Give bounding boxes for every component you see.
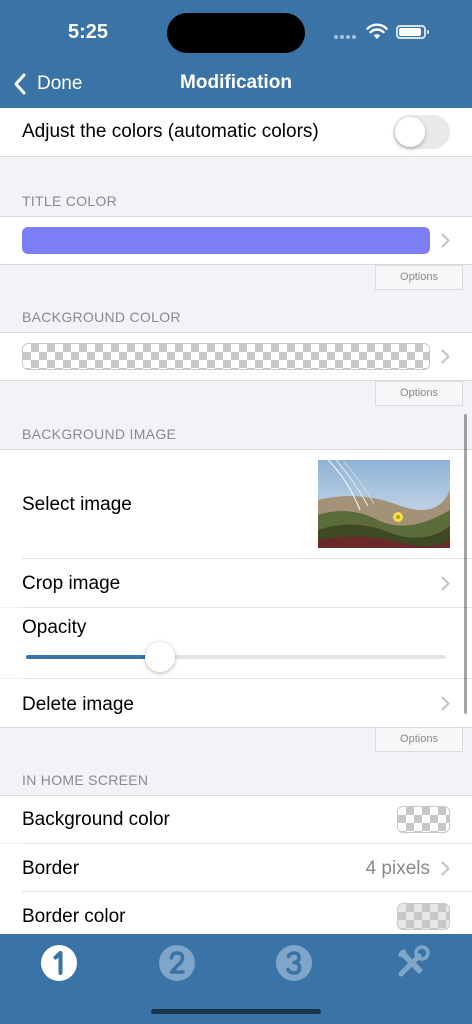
background-image-thumbnail[interactable] bbox=[318, 460, 450, 548]
status-icons bbox=[334, 22, 434, 42]
home-background-color-swatch bbox=[397, 806, 450, 833]
delete-image-label: Delete image bbox=[22, 694, 134, 715]
chevron-right-icon bbox=[441, 349, 450, 364]
tab-2[interactable] bbox=[157, 943, 197, 983]
opacity-slider[interactable] bbox=[26, 655, 446, 659]
scroll-indicator[interactable] bbox=[464, 414, 467, 714]
auto-colors-row: Adjust the colors (automatic colors) bbox=[0, 108, 472, 156]
select-image-label: Select image bbox=[22, 494, 132, 515]
tab-4[interactable] bbox=[392, 943, 432, 983]
background-color-swatch bbox=[22, 343, 430, 370]
title-color-header: TITLE COLOR bbox=[22, 193, 118, 209]
tab-1[interactable] bbox=[39, 943, 79, 983]
home-indicator bbox=[151, 1009, 321, 1014]
chevron-right-icon bbox=[441, 576, 450, 591]
number-2-icon bbox=[159, 945, 195, 981]
home-background-color-label: Background color bbox=[22, 809, 170, 830]
opacity-slider-knob[interactable] bbox=[145, 642, 176, 672]
tab-3[interactable] bbox=[274, 943, 314, 983]
border-color-swatch bbox=[397, 903, 450, 930]
battery-icon bbox=[396, 25, 429, 39]
navigation-header: 5:25 Done Modification bbox=[0, 0, 472, 108]
number-3-icon bbox=[276, 945, 312, 981]
title-color-options-button[interactable]: Options bbox=[375, 265, 463, 290]
page-title: Modification bbox=[180, 72, 292, 93]
dynamic-island bbox=[167, 13, 305, 53]
home-background-color-row[interactable]: Background color bbox=[0, 796, 472, 843]
background-color-header: BACKGROUND COLOR bbox=[22, 309, 181, 325]
border-value: 4 pixels bbox=[365, 858, 430, 879]
border-label: Border bbox=[22, 858, 80, 879]
auto-colors-label: Adjust the colors (automatic colors) bbox=[22, 121, 319, 142]
select-image-row[interactable]: Select image bbox=[0, 450, 472, 559]
opacity-row: Opacity bbox=[0, 608, 472, 678]
border-color-row[interactable]: Border color bbox=[0, 892, 472, 934]
opacity-label: Opacity bbox=[22, 617, 87, 638]
crop-image-row[interactable]: Crop image bbox=[0, 559, 472, 607]
delete-image-row[interactable]: Delete image bbox=[0, 679, 472, 727]
border-color-label: Border color bbox=[22, 906, 126, 927]
opacity-slider-fill bbox=[26, 655, 161, 659]
home-screen-header: IN HOME SCREEN bbox=[22, 772, 149, 788]
background-color-options-button[interactable]: Options bbox=[375, 381, 463, 406]
signal-icon bbox=[334, 35, 358, 39]
tools-icon bbox=[398, 945, 430, 977]
background-color-row[interactable] bbox=[0, 333, 472, 380]
settings-list[interactable]: Adjust the colors (automatic colors) TIT… bbox=[0, 108, 472, 934]
status-time: 5:25 bbox=[68, 21, 109, 43]
chevron-right-icon bbox=[441, 233, 450, 248]
wifi-icon bbox=[366, 23, 388, 39]
chevron-right-icon bbox=[441, 696, 450, 711]
background-image-options-button[interactable]: Options bbox=[375, 727, 463, 752]
chevron-right-icon bbox=[441, 861, 450, 876]
crop-image-label: Crop image bbox=[22, 573, 121, 594]
number-1-icon bbox=[41, 945, 77, 981]
background-image-header: BACKGROUND IMAGE bbox=[22, 426, 177, 442]
border-row[interactable]: Border 4 pixels bbox=[0, 844, 472, 892]
auto-colors-toggle[interactable] bbox=[393, 115, 450, 149]
title-color-swatch bbox=[22, 227, 430, 254]
title-color-row[interactable] bbox=[0, 217, 472, 264]
